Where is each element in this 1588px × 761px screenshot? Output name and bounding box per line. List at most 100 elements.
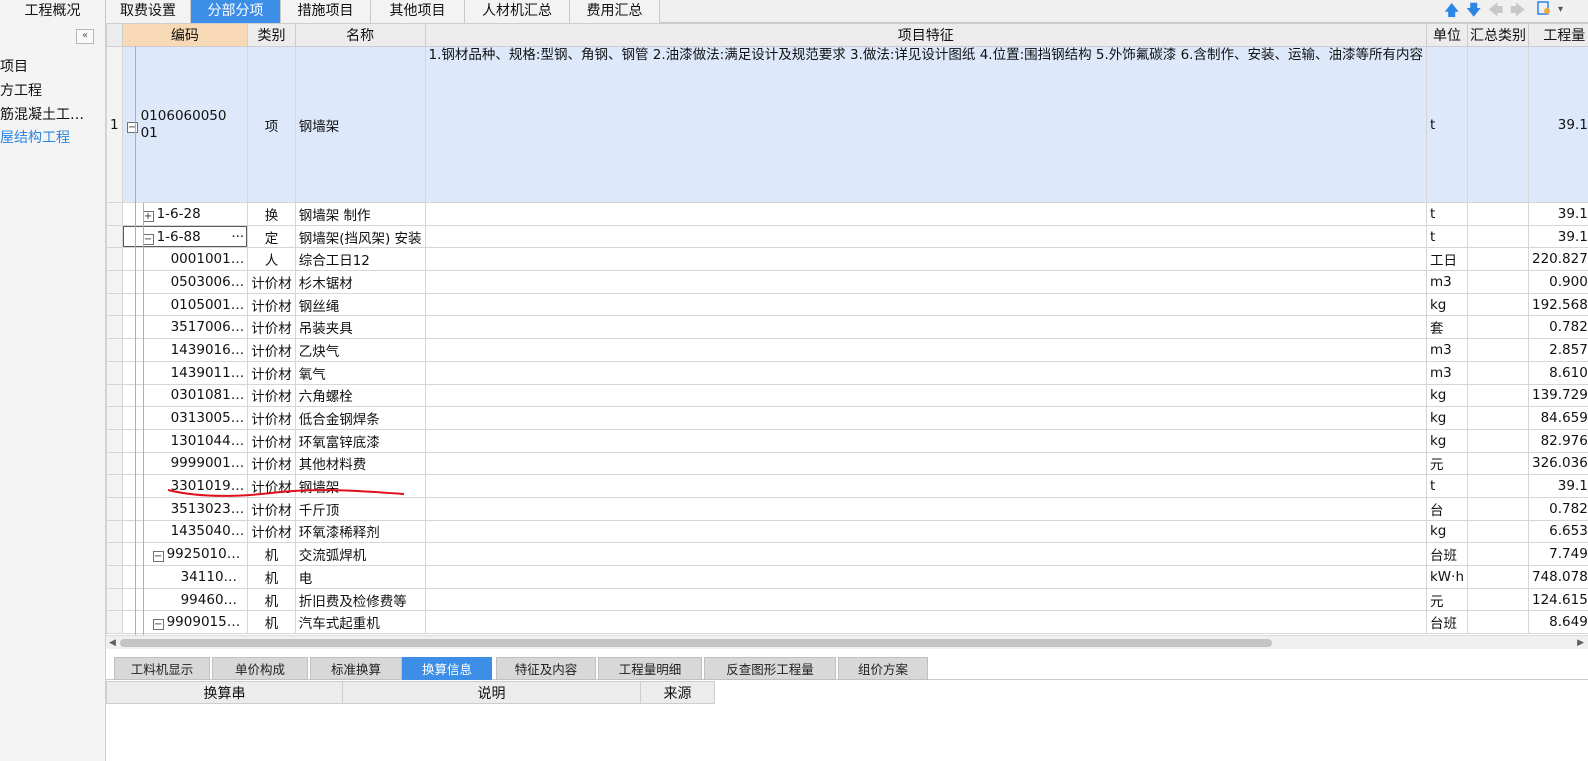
unit-cell[interactable]: 工日 (1425, 247, 1469, 272)
quantity-cell[interactable]: 124.6152 (1527, 587, 1588, 612)
unit-cell[interactable]: 台班 (1425, 610, 1469, 635)
resource-row[interactable]: 0503006…计价材杉木锯材m30.900218241641.96 (106, 270, 1588, 294)
code-cell[interactable]: 3517006… (121, 315, 249, 340)
sidebar-item-steel-structure[interactable]: 屋结构工程 (0, 127, 104, 149)
features-cell[interactable] (424, 383, 1427, 408)
features-cell[interactable] (424, 270, 1427, 294)
chevron-down-icon[interactable]: ▾ (1558, 1, 1563, 19)
resource-row[interactable]: 0105001…计价材钢丝绳kg192.56884.93949.36 (106, 292, 1588, 317)
code-cell[interactable]: +1-6-28 (121, 202, 249, 226)
category-cell[interactable]: 机 (247, 610, 296, 635)
features-cell[interactable] (424, 519, 1427, 544)
name-cell[interactable]: 环氧富锌底漆 (294, 428, 426, 453)
name-cell[interactable]: 折旧费及检修费等 (294, 587, 426, 612)
code-cell[interactable]: −1-6-88 ··· (121, 224, 249, 249)
features-cell[interactable] (424, 360, 1427, 385)
features-cell[interactable] (424, 542, 1427, 566)
row-number-cell[interactable] (106, 270, 123, 294)
code-cell[interactable]: 0105001… (121, 292, 249, 317)
resource-row[interactable]: 99460…机折旧费及检修费等元124.61521124.62 (106, 587, 1588, 612)
unit-cell[interactable]: kg (1425, 519, 1469, 544)
summary-category-cell[interactable] (1467, 202, 1529, 226)
name-cell[interactable]: 钢丝绳 (294, 292, 426, 317)
summary-category-cell[interactable] (1467, 610, 1529, 635)
code-cell[interactable]: 1301044… (121, 428, 249, 453)
category-cell[interactable]: 计价材 (247, 270, 296, 294)
column-header-code[interactable]: 编码 (121, 23, 249, 47)
code-cell[interactable]: 34110… (121, 565, 249, 589)
row-number-cell[interactable] (106, 451, 123, 476)
quantity-cell[interactable]: 7.7497 (1527, 542, 1588, 566)
unit-cell[interactable]: t (1425, 474, 1469, 498)
unit-cell[interactable]: 套 (1425, 315, 1469, 340)
features-cell[interactable]: 1.钢材品种、规格:型钢、角钢、钢管 2.油漆做法:满足设计及规范要求 3.做法… (424, 46, 1427, 203)
row-number-cell[interactable] (106, 247, 123, 272)
quantity-cell[interactable]: 2.8572 (1527, 338, 1588, 362)
name-cell[interactable]: 乙炔气 (294, 338, 426, 362)
name-cell[interactable]: 钢墙架(挡风架) 安装 (294, 224, 426, 249)
features-cell[interactable] (424, 565, 1427, 589)
resource-row[interactable]: 0301081…计价材六角螺栓kg139.72988.031122.03 (106, 383, 1588, 408)
column-header-name[interactable]: 名称 (294, 23, 426, 47)
tab-unit-price-composition[interactable]: 单价构成 (212, 657, 308, 680)
quantity-cell[interactable]: 6.6538 (1527, 519, 1588, 544)
summary-category-cell[interactable] (1467, 406, 1529, 430)
tab-conversion-info[interactable]: 换算信息 (402, 657, 492, 680)
resource-row[interactable]: 3517006…计价材吊装夹具套0.782868.8653.9 (106, 315, 1588, 340)
column-header-unit[interactable]: 单位 (1425, 23, 1469, 47)
summary-category-cell[interactable] (1467, 46, 1529, 203)
tab-project-overview[interactable]: 工程概况 (0, 0, 106, 23)
category-cell[interactable]: 人 (247, 247, 296, 272)
tab-labor-material-summary[interactable]: 人材机汇总 (465, 0, 570, 23)
row-number-cell[interactable] (106, 496, 123, 521)
quantity-cell[interactable]: 192.5688 (1527, 292, 1588, 317)
unit-cell[interactable]: kg (1425, 406, 1469, 430)
row-number-cell[interactable] (106, 224, 123, 249)
resource-row[interactable]: −9925010…机交流弧焊机台班7.749761.45476.22 (106, 542, 1588, 566)
row-number-cell[interactable] (106, 428, 123, 453)
quota-row[interactable]: −1-6-88···定钢墙架(挡风架) 安装t39.146599.3725829… (106, 224, 1588, 249)
name-cell[interactable]: 氧气 (294, 360, 426, 385)
settings-dropdown-icon[interactable] (1536, 0, 1558, 21)
quantity-cell[interactable]: 39.14 (1527, 474, 1588, 498)
category-cell[interactable]: 项 (247, 46, 296, 203)
summary-category-cell[interactable] (1467, 315, 1529, 340)
features-cell[interactable] (424, 587, 1427, 612)
row-number-cell[interactable] (106, 202, 123, 226)
quantity-cell[interactable]: 748.0785 (1527, 565, 1588, 589)
summary-category-cell[interactable] (1467, 451, 1529, 476)
category-cell[interactable]: 机 (247, 587, 296, 612)
tab-measures[interactable]: 措施项目 (281, 0, 371, 23)
tab-pricing-scheme[interactable]: 组价方案 (838, 657, 928, 680)
unit-cell[interactable]: 元 (1425, 587, 1469, 612)
summary-category-cell[interactable] (1467, 383, 1529, 408)
code-cell[interactable]: 1435040… (121, 519, 249, 544)
collapse-icon[interactable]: − (142, 233, 154, 245)
row-number-cell[interactable] (106, 292, 123, 317)
category-cell[interactable]: 换 (247, 202, 296, 226)
name-cell[interactable]: 其他材料费 (294, 451, 426, 476)
code-cell[interactable]: 1439011… (121, 360, 249, 385)
unit-cell[interactable]: t (1425, 224, 1469, 249)
name-cell[interactable]: 电 (294, 565, 426, 589)
scrollbar-thumb[interactable] (120, 639, 1272, 647)
column-header-summary-category[interactable]: 汇总类别 (1467, 23, 1529, 47)
resource-row[interactable]: 1439011…计价材氧气m38.61088.5873.88 (106, 360, 1588, 385)
tab-reverse-graphic-quantity[interactable]: 反查图形工程量 (704, 657, 836, 680)
summary-category-cell[interactable] (1467, 224, 1529, 249)
category-cell[interactable]: 计价材 (247, 315, 296, 340)
features-cell[interactable] (424, 202, 1427, 226)
column-header-quantity[interactable]: 工程量 (1527, 23, 1588, 47)
sidebar-item-project[interactable]: 项目 (0, 56, 104, 78)
category-cell[interactable]: 计价材 (247, 338, 296, 362)
tab-fee-settings[interactable]: 取费设置 (106, 0, 191, 23)
quantity-cell[interactable]: 220.8279 (1527, 247, 1588, 272)
name-cell[interactable]: 钢墙架 (294, 46, 426, 203)
resource-row[interactable]: −9909015…机汽车式起重机台班8.64991137.29836.67 (106, 610, 1588, 635)
category-cell[interactable]: 计价材 (247, 451, 296, 476)
row-number-cell[interactable] (106, 360, 123, 385)
unit-cell[interactable]: kg (1425, 428, 1469, 453)
row-number-cell[interactable] (106, 542, 123, 566)
quantity-cell[interactable]: 8.6108 (1527, 360, 1588, 385)
tab-features-content[interactable]: 特征及内容 (496, 657, 596, 680)
